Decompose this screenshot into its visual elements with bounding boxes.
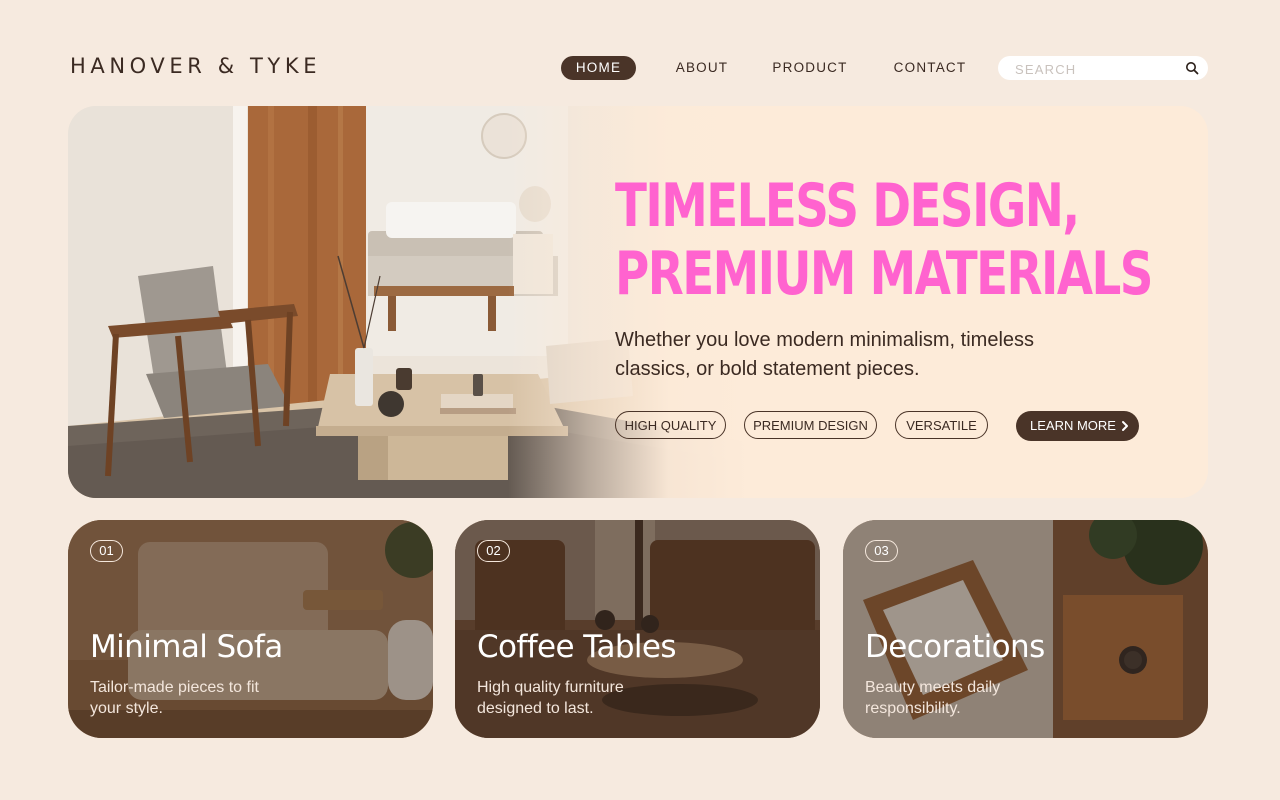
hero-title-line-1: TIMELESS DESIGN, [615,171,1080,241]
tag-versatile: VERSATILE [895,411,988,439]
nav-contact[interactable]: CONTACT [886,56,974,80]
hero-banner: TIMELESS DESIGN, PREMIUM MATERIALS Wheth… [68,106,1208,498]
card-title: Coffee Tables [477,629,677,665]
tag-premium-design: PREMIUM DESIGN [744,411,877,439]
chevron-right-icon [1122,421,1128,431]
card-title: Minimal Sofa [90,629,283,665]
tag-high-quality: HIGH QUALITY [615,411,726,439]
brand-logo[interactable]: HANOVER & TYKE [70,54,321,78]
card-description: High quality furniture designed to last. [477,679,624,717]
category-card-coffee-tables[interactable]: 02 Coffee Tables High quality furniture … [455,520,820,738]
category-card-minimal-sofa[interactable]: 01 Minimal Sofa Tailor-made pieces to fi… [68,520,433,738]
card-description: Beauty meets daily responsibility. [865,679,1001,717]
hero-title: TIMELESS DESIGN, PREMIUM MATERIALS [615,171,1153,309]
search-icon[interactable] [1185,61,1199,75]
hero-title-line-2: PREMIUM MATERIALS [615,239,1153,309]
search-box[interactable] [998,56,1208,80]
nav-product[interactable]: PRODUCT [767,56,853,80]
nav-home[interactable]: HOME [561,56,636,80]
hero-subtitle: Whether you love modern minimalism, time… [615,329,1035,380]
card-title: Decorations [865,629,1045,665]
learn-more-button[interactable]: LEARN MORE [1016,411,1139,441]
search-input[interactable] [1013,59,1177,79]
card-number: 02 [477,540,510,562]
nav-about[interactable]: ABOUT [669,56,735,80]
card-description: Tailor-made pieces to fit your style. [90,679,259,717]
card-number: 03 [865,540,898,562]
card-number: 01 [90,540,123,562]
learn-more-label: LEARN MORE [1030,418,1116,433]
category-card-decorations[interactable]: 03 Decorations Beauty meets daily respon… [843,520,1208,738]
